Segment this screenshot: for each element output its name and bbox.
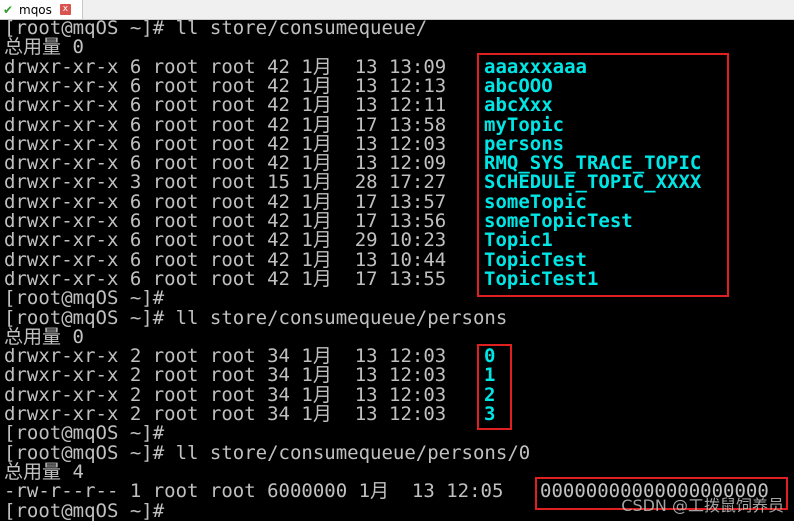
highlight-box-topics [477, 53, 729, 297]
terminal-line-text: [root@mqOS ~]# [4, 499, 176, 521]
terminal-line: [root@mqOS ~]# [4, 289, 164, 308]
tab-bar: ✔ mqos x [0, 0, 794, 20]
close-icon[interactable]: x [59, 4, 71, 15]
terminal-line: drwxr-xr-x 6 root root 42 1月 13 12:13 [4, 76, 458, 96]
terminal-line: -rw-r--r-- 1 root root 6000000 1月 13 12:… [4, 482, 515, 501]
terminal-line: drwxr-xr-x 6 root root 42 1月 13 13:09 [4, 57, 458, 77]
terminal-line: [root@mqOS ~]# [4, 499, 176, 521]
session-tab[interactable]: ✔ mqos x [0, 0, 83, 19]
terminal-line: drwxr-xr-x 6 root root 42 1月 13 12:03 [4, 134, 458, 154]
terminal-line: drwxr-xr-x 6 root root 42 1月 17 13:55 [4, 269, 458, 289]
terminal-line: drwxr-xr-x 6 root root 42 1月 17 13:56 [4, 212, 458, 231]
terminal-line: [root@mqOS ~]# ll store/consumequeue/per… [4, 308, 507, 328]
terminal-line: drwxr-xr-x 6 root root 42 1月 13 12:11 [4, 96, 458, 115]
terminal-line: drwxr-xr-x 6 root root 42 1月 29 10:23 [4, 231, 458, 250]
terminal-line: 总用量 0 [4, 327, 84, 347]
terminal-line: drwxr-xr-x 6 root root 42 1月 17 13:57 [4, 192, 458, 212]
terminal-line: 总用量 4 [4, 462, 84, 482]
terminal-line: drwxr-xr-x 3 root root 15 1月 28 17:27 [4, 173, 458, 192]
terminal-line: drwxr-xr-x 6 root root 42 1月 17 13:58 [4, 115, 458, 135]
terminal-line: drwxr-xr-x 6 root root 42 1月 13 12:09 [4, 154, 458, 173]
highlight-box-queue-ids [477, 344, 512, 430]
terminal-line: [root@mqOS ~]# [4, 424, 164, 443]
csdn-watermark: CSDN @工拨鼠饲养员 [621, 496, 784, 515]
terminal-line: drwxr-xr-x 6 root root 42 1月 13 10:44 [4, 250, 458, 270]
check-icon: ✔ [3, 2, 14, 17]
terminal-line: drwxr-xr-x 2 root root 34 1月 13 12:03 [4, 366, 458, 385]
terminal-line: drwxr-xr-x 2 root root 34 1月 13 12:03 [4, 385, 458, 405]
terminal-line: drwxr-xr-x 2 root root 34 1月 13 12:03 [4, 405, 458, 424]
terminal-line: [root@mqOS ~]# ll store/consumequeue/ [4, 19, 427, 38]
terminal-line: 总用量 0 [4, 38, 84, 57]
tab-title: mqos [19, 2, 52, 17]
terminal-line: drwxr-xr-x 2 root root 34 1月 13 12:03 [4, 347, 458, 366]
terminal-line: [root@mqOS ~]# ll store/consumequeue/per… [4, 443, 530, 463]
